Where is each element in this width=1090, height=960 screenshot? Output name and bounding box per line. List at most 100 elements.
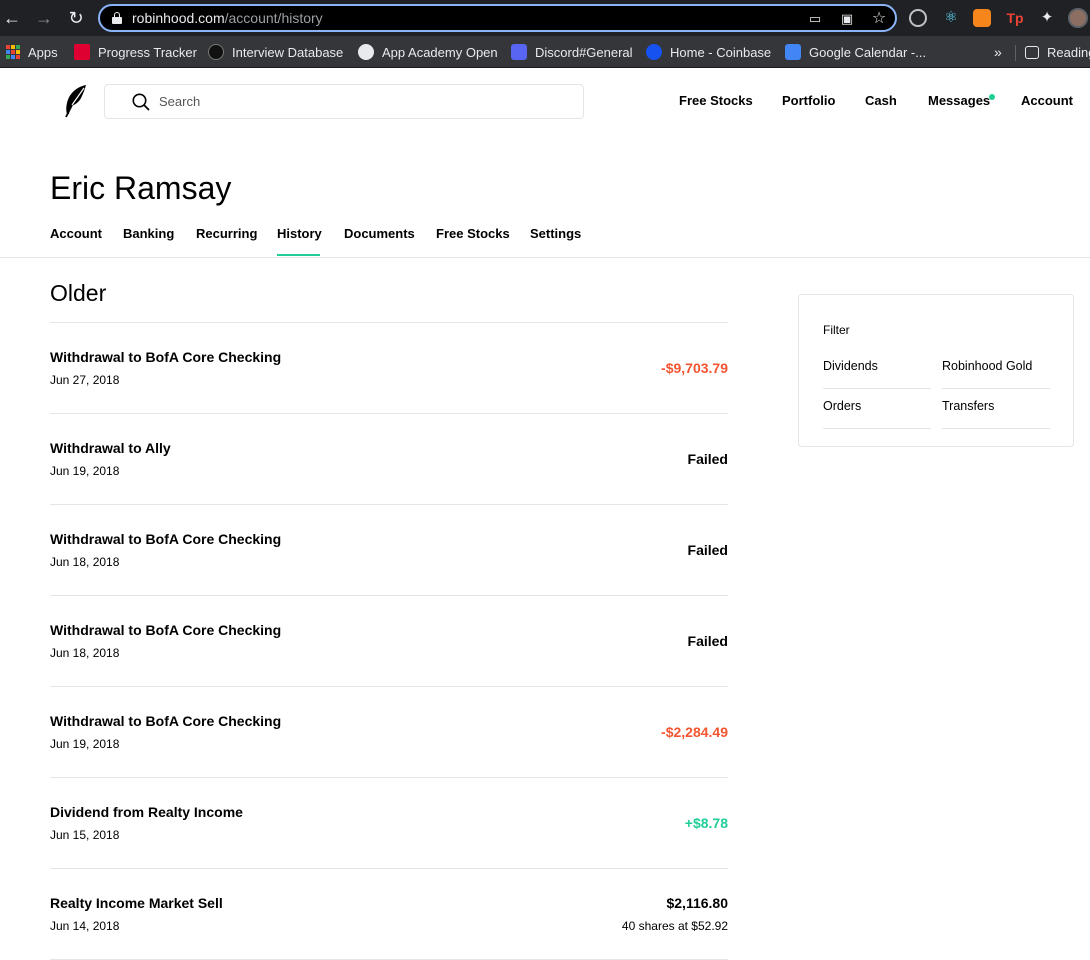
tp-extension-icon[interactable]: Tp	[1005, 8, 1025, 28]
bookmark-star-icon[interactable]: ☆	[870, 10, 888, 28]
transaction-amount: -$2,284.49	[661, 724, 728, 740]
bookmark-interview-database[interactable]: Interview Database	[208, 42, 343, 62]
bookmark-label: Discord#General	[535, 44, 633, 60]
qr-code-icon[interactable]: ▣	[838, 10, 856, 28]
bookmarks-overflow-button[interactable]: »	[994, 42, 1002, 62]
history-row[interactable]: Withdrawal to BofA Core Checking Jun 18,…	[50, 596, 728, 687]
url-path: /account/history	[224, 10, 323, 26]
page-title: Eric Ramsay	[50, 170, 232, 206]
coinbase-icon	[646, 44, 662, 60]
history-row[interactable]: Withdrawal to BofA Core Checking Jun 18,…	[50, 505, 728, 596]
history-row[interactable]: Realty Income Market Sell Jun 14, 2018 $…	[50, 869, 728, 960]
back-arrow-icon[interactable]: ←	[2, 8, 22, 28]
nav-messages[interactable]: Messages	[928, 93, 990, 108]
nav-free-stocks[interactable]: Free Stocks	[679, 93, 753, 108]
calendar-icon	[785, 44, 801, 60]
transaction-date: Jun 19, 2018	[50, 464, 120, 478]
search-input[interactable]	[159, 85, 559, 118]
transaction-title: Withdrawal to BofA Core Checking	[50, 531, 282, 547]
filter-title: Filter	[823, 323, 850, 337]
filter-orders[interactable]: Orders	[823, 397, 931, 429]
history-row[interactable]: Withdrawal to BofA Core Checking Jun 27,…	[50, 323, 728, 414]
tab-recurring[interactable]: Recurring	[196, 226, 257, 241]
url-text[interactable]: robinhood.com/account/history	[132, 10, 323, 26]
transaction-amount: -$9,703.79	[661, 360, 728, 376]
history-row[interactable]: Dividend from Realty Income Jun 15, 2018…	[50, 778, 728, 869]
discord-icon	[511, 44, 527, 60]
transaction-title: Dividend from Realty Income	[50, 804, 243, 820]
reading-list-button[interactable]: Reading	[1025, 42, 1090, 62]
nav-portfolio[interactable]: Portfolio	[782, 93, 835, 108]
nav-cash[interactable]: Cash	[865, 93, 897, 108]
tab-free-stocks[interactable]: Free Stocks	[436, 226, 510, 241]
extension-target-icon[interactable]	[909, 9, 927, 27]
unread-messages-dot	[989, 94, 995, 100]
transaction-date: Jun 27, 2018	[50, 373, 120, 387]
extensions-puzzle-icon[interactable]: ✦	[1037, 8, 1057, 28]
tabs-divider	[0, 257, 1090, 258]
filter-transfers[interactable]: Transfers	[942, 397, 1050, 429]
address-bar[interactable]: robinhood.com/account/history ▭ ▣ ☆	[98, 4, 897, 32]
bookmark-label: Reading	[1047, 44, 1090, 60]
bookmark-progress-tracker[interactable]: Progress Tracker	[74, 42, 197, 62]
transaction-status: Failed	[687, 633, 728, 649]
section-title: Older	[50, 280, 107, 306]
bookmark-google-calendar[interactable]: Google Calendar -...	[785, 42, 926, 62]
transaction-date: Jun 15, 2018	[50, 828, 120, 842]
transaction-date: Jun 18, 2018	[50, 555, 120, 569]
transaction-detail: 40 shares at $52.92	[621, 919, 728, 933]
transaction-title: Withdrawal to BofA Core Checking	[50, 713, 282, 729]
database-icon	[208, 44, 224, 60]
robinhood-feather-logo-icon[interactable]	[62, 84, 88, 118]
bookmark-label: Progress Tracker	[98, 44, 197, 60]
chevron-double-right-icon: »	[994, 44, 1002, 60]
bookmark-label: Apps	[28, 44, 58, 60]
url-host: robinhood.com	[132, 10, 225, 26]
cast-icon[interactable]: ▭	[806, 10, 824, 28]
bookmark-app-academy[interactable]: App Academy Open	[358, 42, 498, 62]
bookmark-label: Home - Coinbase	[670, 44, 772, 60]
apps-grid-icon	[6, 45, 20, 59]
tab-banking[interactable]: Banking	[123, 226, 174, 241]
bookmark-divider	[1015, 45, 1016, 61]
transaction-title: Realty Income Market Sell	[50, 895, 223, 911]
tab-account[interactable]: Account	[50, 226, 102, 241]
lock-icon[interactable]	[112, 12, 122, 24]
react-devtools-icon[interactable]: ⚛	[941, 8, 961, 28]
bookmark-label: App Academy Open	[382, 44, 498, 60]
transaction-amount: +$8.78	[684, 815, 728, 831]
transaction-status: Failed	[687, 451, 728, 467]
bookmark-apps[interactable]: Apps	[6, 42, 58, 62]
nav-account[interactable]: Account	[1021, 93, 1073, 108]
angular-icon	[74, 44, 90, 60]
browser-toolbar: ← → ↻ robinhood.com/account/history ▭ ▣ …	[0, 0, 1090, 36]
bookmark-label: Interview Database	[232, 44, 344, 60]
filter-robinhood-gold[interactable]: Robinhood Gold	[942, 357, 1050, 389]
profile-avatar[interactable]	[1068, 8, 1088, 28]
bookmarks-bar: Apps Progress Tracker Interview Database…	[0, 36, 1090, 68]
metamask-icon[interactable]	[973, 9, 991, 27]
transaction-date: Jun 14, 2018	[50, 919, 120, 933]
transaction-date: Jun 19, 2018	[50, 737, 120, 751]
tab-documents[interactable]: Documents	[344, 226, 415, 241]
filter-dividends[interactable]: Dividends	[823, 357, 931, 389]
bookmark-discord[interactable]: Discord#General	[511, 42, 633, 62]
tab-settings[interactable]: Settings	[530, 226, 581, 241]
forward-arrow-icon[interactable]: →	[34, 8, 54, 28]
reading-list-icon	[1025, 45, 1039, 59]
transaction-amount: $2,116.80	[666, 895, 728, 911]
bookmark-coinbase[interactable]: Home - Coinbase	[646, 42, 771, 62]
transaction-title: Withdrawal to BofA Core Checking	[50, 349, 282, 365]
reload-icon[interactable]: ↻	[66, 8, 86, 28]
transaction-title: Withdrawal to Ally	[50, 440, 171, 456]
transaction-title: Withdrawal to BofA Core Checking	[50, 622, 282, 638]
tab-history[interactable]: History	[277, 226, 322, 241]
transaction-status: Failed	[687, 542, 728, 558]
active-tab-indicator	[277, 254, 320, 256]
history-row[interactable]: Withdrawal to BofA Core Checking Jun 19,…	[50, 687, 728, 778]
search-box[interactable]	[104, 84, 584, 119]
search-icon	[132, 93, 150, 111]
history-row[interactable]: Withdrawal to Ally Jun 19, 2018 Failed	[50, 414, 728, 505]
filter-panel: Filter Dividends Robinhood Gold Orders T…	[798, 294, 1074, 447]
bookmark-label: Google Calendar -...	[809, 44, 927, 60]
